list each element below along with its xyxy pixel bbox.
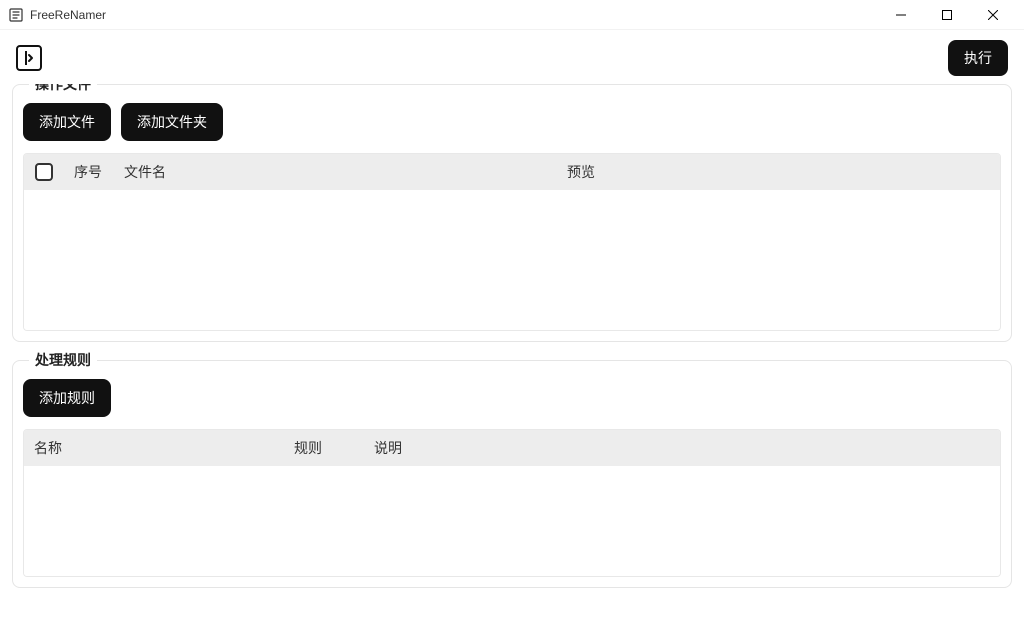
- rules-table-header: 名称 规则 说明: [24, 430, 1000, 466]
- toolbar: 执行: [0, 30, 1024, 84]
- files-section: 操作文件 添加文件 添加文件夹 序号 文件名 预览: [12, 84, 1012, 342]
- rules-table-body: [24, 466, 1000, 576]
- rules-buttons: 添加规则: [23, 379, 1001, 417]
- close-button[interactable]: [970, 0, 1016, 30]
- add-folder-button[interactable]: 添加文件夹: [121, 103, 223, 141]
- rules-col-rule: 规则: [284, 438, 364, 458]
- sidebar-toggle-button[interactable]: [16, 45, 42, 71]
- files-col-seq: 序号: [64, 162, 114, 182]
- rules-section-title: 处理规则: [29, 350, 97, 370]
- window-controls: [878, 0, 1016, 30]
- files-buttons: 添加文件 添加文件夹: [23, 103, 1001, 141]
- rules-col-desc: 说明: [364, 438, 930, 458]
- add-rule-button[interactable]: 添加规则: [23, 379, 111, 417]
- files-table-header: 序号 文件名 预览: [24, 154, 1000, 190]
- rules-col-name: 名称: [24, 438, 284, 458]
- rules-section: 处理规则 添加规则 名称 规则 说明: [12, 360, 1012, 588]
- execute-button[interactable]: 执行: [948, 40, 1008, 76]
- content-area: 操作文件 添加文件 添加文件夹 序号 文件名 预览 处理规则 添加规则 名称: [0, 84, 1024, 632]
- files-table-body: [24, 190, 1000, 330]
- app-icon: [8, 7, 24, 23]
- titlebar: FreeReNamer: [0, 0, 1024, 30]
- files-col-filename: 文件名: [114, 162, 557, 182]
- minimize-button[interactable]: [878, 0, 924, 30]
- files-col-preview: 预览: [557, 162, 1000, 182]
- maximize-button[interactable]: [924, 0, 970, 30]
- rules-table: 名称 规则 说明: [23, 429, 1001, 577]
- files-select-all-cell: [24, 163, 64, 181]
- window-title: FreeReNamer: [30, 8, 106, 22]
- files-section-title: 操作文件: [29, 84, 97, 94]
- select-all-checkbox[interactable]: [35, 163, 53, 181]
- add-file-button[interactable]: 添加文件: [23, 103, 111, 141]
- files-table: 序号 文件名 预览: [23, 153, 1001, 331]
